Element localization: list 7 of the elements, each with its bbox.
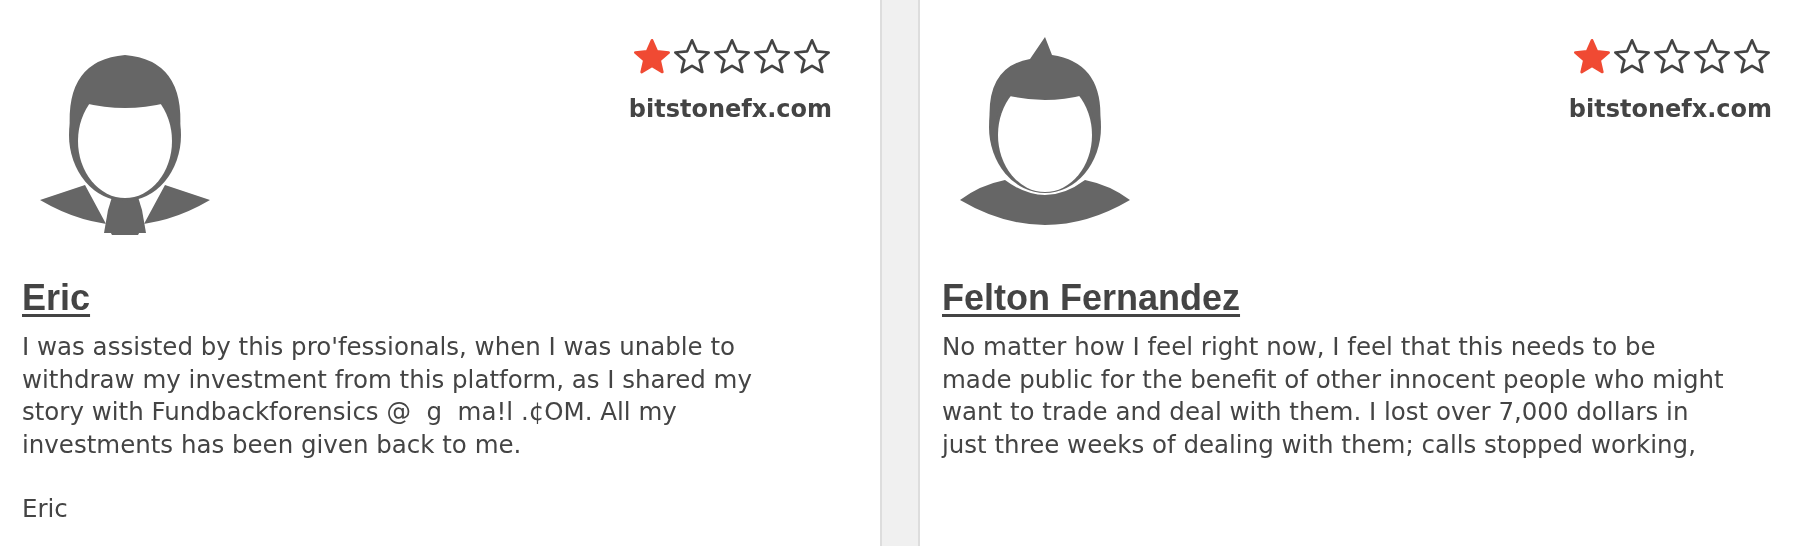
company-name: bitstonefx.com bbox=[1568, 95, 1772, 123]
review-text: I was assisted by this pro'fessionals, when I was unable to withdraw my investment from this platform, as I shared my story with Fundbackforensics @ g ma!l .¢OM. All my investments has been given back to me. bbox=[22, 331, 753, 461]
review-text: No matter how I feel right now, I feel that this needs to be made public for the benefit of other innocent people who might want to trade and deal with them. I lost over 7,000 dollars in just three weeks of dealing with them; calls stopped working, bbox=[942, 331, 1725, 461]
reviewer-name-link[interactable]: Felton Fernandez bbox=[942, 277, 1241, 319]
company-name: bitstonefx.com bbox=[628, 95, 832, 123]
review-signature: Eric bbox=[22, 493, 69, 525]
reviewer-name-link[interactable]: Eric bbox=[22, 277, 91, 319]
